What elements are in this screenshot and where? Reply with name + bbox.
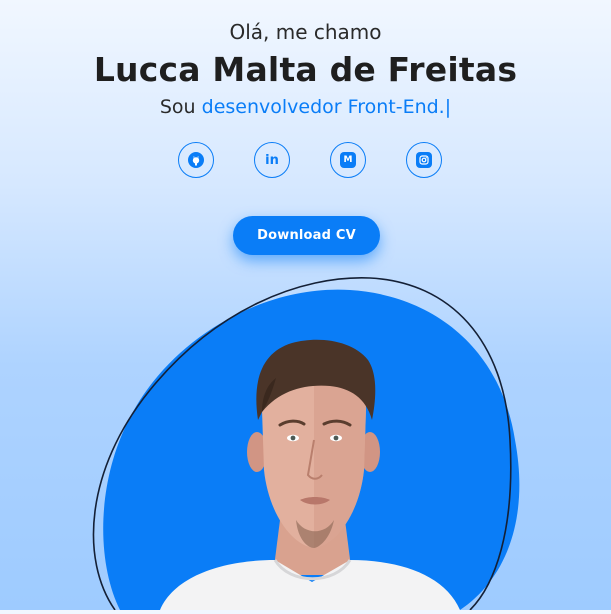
portrait-svg — [92, 277, 520, 611]
portrait-area — [0, 0, 611, 611]
hero-section: Olá, me chamo Lucca Malta de Freitas Sou… — [0, 0, 611, 611]
